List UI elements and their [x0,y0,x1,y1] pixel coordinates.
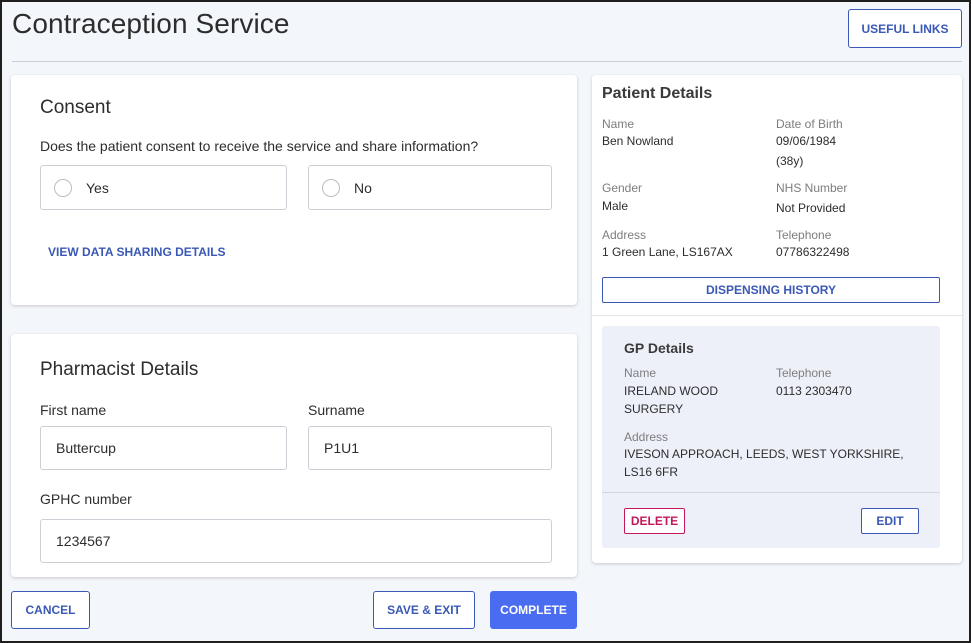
gp-telephone-label: Telephone [776,366,832,380]
page-title: Contraception Service [12,8,290,39]
radio-yes-icon[interactable] [54,178,72,197]
gp-name-line2: SURGERY [624,402,684,416]
consent-option-yes[interactable]: Yes [40,165,287,210]
useful-links-button[interactable]: USEFUL LINKS [848,9,962,48]
save-exit-button[interactable]: SAVE & EXIT [373,591,475,629]
patient-details-title: Patient Details [602,85,713,102]
gphc-input[interactable]: 1234567 [40,519,552,563]
cancel-button[interactable]: CANCEL [11,591,90,629]
consent-option-no-label: No [354,179,372,196]
dispensing-history-button[interactable]: DISPENSING HISTORY [602,277,940,303]
surname-input[interactable]: P1U1 [308,426,552,470]
gp-address-line2: LS16 6FR [624,465,679,479]
gp-address-line1: IVESON APPROACH, LEEDS, WEST YORKSHIRE, [624,447,904,461]
patient-details-card: Patient Details Name Ben Nowland Date of… [592,75,962,563]
patient-address-label: Address [602,228,647,242]
consent-option-yes-label: Yes [86,179,109,196]
gp-delete-button[interactable]: DELETE [624,508,685,534]
patient-dob-value: 09/06/1984 [776,134,837,148]
consent-question: Does the patient consent to receive the … [40,138,479,154]
surname-label: Surname [308,402,365,418]
radio-no-icon[interactable] [322,178,340,197]
first-name-label: First name [40,402,107,418]
gp-name-line1: IRELAND WOOD [624,384,719,398]
gp-details-panel: GP Details Name IRELAND WOOD SURGERY Tel… [602,326,940,548]
patient-nhs-value: Not Provided [776,201,846,215]
patient-address-value: 1 Green Lane, LS167AX [602,245,733,259]
header-divider [12,61,962,62]
gp-panel-separator [602,492,940,493]
patient-telephone-value: 07786322498 [776,245,850,259]
gphc-label: GPHC number [40,491,132,507]
pharmacist-card: Pharmacist Details First name Buttercup … [11,334,577,577]
gp-name-label: Name [624,366,657,380]
patient-details-separator [592,315,962,316]
gp-details-title: GP Details [624,340,694,356]
gp-address-label: Address [624,430,669,444]
patient-gender-label: Gender [602,181,643,195]
patient-dob-label: Date of Birth [776,117,843,131]
first-name-input[interactable]: Buttercup [40,426,287,470]
consent-option-no[interactable]: No [308,165,552,210]
complete-button[interactable]: COMPLETE [490,591,577,629]
patient-age-value: (38y) [776,154,804,168]
patient-name-label: Name [602,117,635,131]
consent-card: Consent Does the patient consent to rece… [11,75,577,305]
view-data-sharing-link[interactable]: VIEW DATA SHARING DETAILS [48,245,226,259]
consent-title: Consent [40,97,111,118]
patient-gender-value: Male [602,199,629,213]
pharmacist-title: Pharmacist Details [40,359,199,380]
patient-telephone-label: Telephone [776,228,832,242]
gp-edit-button[interactable]: EDIT [861,508,919,534]
gp-telephone-value: 0113 2303470 [776,384,852,398]
patient-nhs-label: NHS Number [776,181,848,195]
patient-name-value: Ben Nowland [602,134,674,148]
